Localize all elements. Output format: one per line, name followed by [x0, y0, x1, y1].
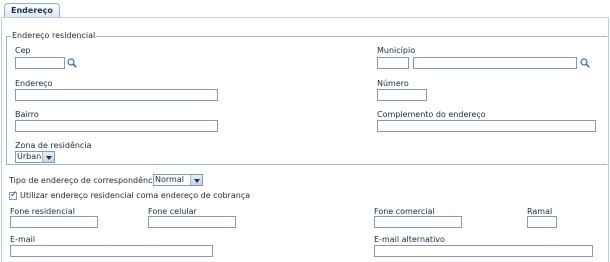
fone-residencial-label: Fone residencial [10, 207, 75, 216]
email-alternativo-input[interactable] [374, 245, 593, 257]
ramal-label: Ramal [527, 207, 553, 216]
municipio-code-input[interactable] [377, 57, 409, 69]
zona-label: Zona de residência [15, 141, 92, 150]
email-alternativo-label: E-mail alternativo [374, 235, 445, 244]
ramal-input[interactable] [527, 216, 557, 228]
fone-residencial-input[interactable] [10, 216, 98, 228]
endereco-label: Endereço [15, 79, 53, 88]
fone-comercial-label: Fone comercial [374, 207, 435, 216]
correspondencia-selected-value: Normal [155, 175, 184, 184]
tab-bar: Endereço [0, 0, 610, 18]
bairro-input[interactable] [15, 120, 218, 132]
municipio-search-icon[interactable] [580, 58, 590, 68]
tab-endereco[interactable]: Endereço [4, 3, 60, 18]
fieldset-legend: Endereço residencial [11, 31, 97, 40]
fone-celular-label: Fone celular [148, 207, 197, 216]
cobranca-checkbox[interactable] [9, 190, 18, 200]
chevron-down-icon [190, 175, 202, 185]
chevron-down-icon [42, 152, 54, 162]
municipio-label: Município [377, 46, 416, 55]
fone-celular-input[interactable] [148, 216, 236, 228]
complemento-label: Complemento do endereço [377, 110, 486, 119]
zona-select[interactable]: Urbana [15, 151, 55, 163]
email-input[interactable] [10, 245, 213, 257]
cobranca-label: Utilizar endereço residencial coma ender… [20, 191, 251, 200]
correspondencia-select[interactable]: Normal [153, 174, 203, 186]
numero-input[interactable] [377, 89, 427, 101]
fone-comercial-input[interactable] [374, 216, 462, 228]
cep-input[interactable] [15, 57, 65, 69]
correspondencia-label: Tipo de endereço de correspondência [9, 176, 160, 185]
complemento-input[interactable] [377, 120, 596, 132]
email-label: E-mail [10, 235, 36, 244]
cep-label: Cep [15, 46, 31, 55]
cep-search-icon[interactable] [67, 58, 77, 68]
endereco-input[interactable] [15, 89, 218, 101]
bairro-label: Bairro [15, 110, 39, 119]
numero-label: Número [377, 79, 409, 88]
municipio-name-input[interactable] [413, 57, 577, 69]
